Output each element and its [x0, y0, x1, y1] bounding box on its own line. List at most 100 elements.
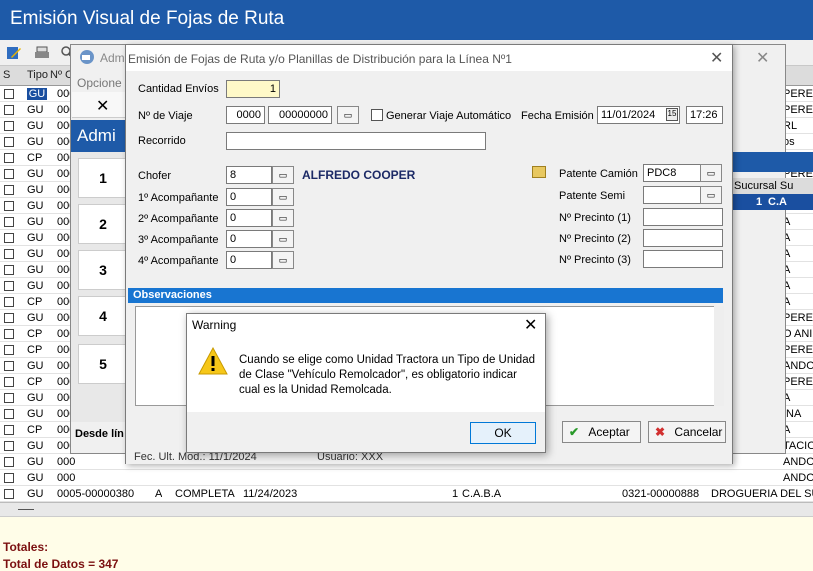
row-checkbox[interactable]: [4, 105, 14, 115]
totales-label: Totales:: [3, 540, 49, 554]
acomp4-lookup-button[interactable]: ▭: [272, 251, 294, 269]
row-tipo: CP: [27, 424, 43, 436]
line-button-3[interactable]: 3: [78, 250, 128, 290]
row-checkbox[interactable]: [4, 153, 14, 163]
horizontal-scrollbar[interactable]: [0, 502, 813, 516]
table-row[interactable]: GU 000 ANDO MEDINA: [0, 470, 813, 486]
observaciones-label: Observaciones: [133, 289, 212, 301]
row-checkbox[interactable]: [4, 425, 14, 435]
row-checkbox[interactable]: [4, 329, 14, 339]
admin-opciones-tab[interactable]: Opcione: [77, 76, 122, 90]
recorrido-input[interactable]: [226, 132, 486, 150]
table-row[interactable]: GU 0005-00000380 A COMPLETA 11/24/2023 1 C.A.B…: [0, 486, 813, 502]
chofer-input[interactable]: 8: [226, 166, 272, 184]
row-tipo: GU: [27, 264, 44, 276]
admin-close-icon[interactable]: ✕: [756, 48, 769, 68]
print-icon[interactable]: [34, 45, 50, 61]
warning-title: Warning: [192, 318, 237, 332]
row-checkbox[interactable]: [4, 393, 14, 403]
observaciones-scrollbar[interactable]: [714, 306, 724, 406]
row-checkbox[interactable]: [4, 265, 14, 275]
cantidad-input[interactable]: 1: [226, 80, 280, 98]
precinto1-input[interactable]: [643, 208, 723, 226]
row-checkbox[interactable]: [4, 297, 14, 307]
hora-input[interactable]: 17:26: [686, 106, 723, 124]
line-button-4[interactable]: 4: [78, 296, 128, 336]
row-cliente: PERE: [783, 312, 813, 324]
viaje-number-input[interactable]: 00000000: [268, 106, 332, 124]
row-checkbox[interactable]: [4, 233, 14, 243]
acomp2-input[interactable]: 0: [226, 209, 272, 227]
acomp3-input[interactable]: 0: [226, 230, 272, 248]
row-checkbox[interactable]: [4, 201, 14, 211]
row-cliente: O ANI: [783, 328, 813, 340]
row-tipo: GU: [27, 184, 44, 196]
row-checkbox[interactable]: [4, 281, 14, 291]
precinto3-input[interactable]: [643, 250, 723, 268]
row-checkbox[interactable]: [4, 361, 14, 371]
cancelar-button[interactable]: ✖ Cancelar: [648, 421, 726, 443]
row-cliente: A: [783, 392, 791, 404]
row-checkbox[interactable]: [4, 249, 14, 259]
line-button-2[interactable]: 2: [78, 204, 128, 244]
row-checkbox[interactable]: [4, 169, 14, 179]
line-button-1[interactable]: 1: [78, 158, 128, 198]
viaje-prefix-input[interactable]: 0000: [226, 106, 265, 124]
patente-camion-label: Patente Camión: [559, 168, 638, 180]
row-number: 000: [57, 472, 76, 484]
scrollbar-thumb[interactable]: [18, 509, 34, 510]
check-icon: ✔: [569, 425, 580, 439]
admin-delete-icon[interactable]: ✕: [96, 96, 109, 116]
row-checkbox[interactable]: [4, 345, 14, 355]
acomp2-lookup-button[interactable]: ▭: [272, 209, 294, 227]
patente-camion-input[interactable]: PDC8: [643, 164, 701, 182]
precinto2-input[interactable]: [643, 229, 723, 247]
row-cliente: os: [783, 136, 795, 148]
acomp4-input[interactable]: 0: [226, 251, 272, 269]
row-checkbox[interactable]: [4, 377, 14, 387]
patente-semi-lookup-button[interactable]: ▭: [700, 186, 722, 204]
dialog-close-icon[interactable]: ✕: [710, 48, 723, 68]
row-checkbox[interactable]: [4, 89, 14, 99]
row-checkbox[interactable]: [4, 409, 14, 419]
row-checkbox[interactable]: [4, 137, 14, 147]
warning-close-icon[interactable]: ✕: [524, 315, 537, 335]
row-checkbox[interactable]: [4, 217, 14, 227]
row-checkbox[interactable]: [4, 313, 14, 323]
acomp1-lookup-button[interactable]: ▭: [272, 188, 294, 206]
row-checkbox[interactable]: [4, 185, 14, 195]
row-cliente: PERE: [783, 344, 813, 356]
acomp2-label: 2º Acompañante: [138, 213, 219, 225]
acomp1-input[interactable]: 0: [226, 188, 272, 206]
row-tipo: GU: [27, 408, 44, 420]
viaje-lookup-button[interactable]: ▭: [337, 106, 359, 124]
row-checkbox[interactable]: [4, 489, 14, 499]
row-tipo: GU: [27, 120, 44, 132]
row-checkbox[interactable]: [4, 121, 14, 131]
right-selected-row[interactable]: 1 C.A: [728, 194, 813, 210]
row-localidad: C.A.B.A: [462, 488, 502, 500]
recorrido-label: Recorrido: [138, 135, 186, 147]
precinto3-label: Nº Precinto (3): [559, 254, 631, 266]
calendar-icon[interactable]: 15: [666, 108, 678, 121]
row-checkbox[interactable]: [4, 441, 14, 451]
row-checkbox[interactable]: [4, 473, 14, 483]
sucursal-header: Sucursal Su: [734, 180, 794, 192]
aceptar-button[interactable]: ✔ Aceptar: [562, 421, 641, 443]
patente-semi-input[interactable]: [643, 186, 701, 204]
chofer-lookup-button[interactable]: ▭: [272, 166, 294, 184]
cancel-icon: ✖: [655, 425, 666, 439]
desde-linea-label: Desde lín: [75, 428, 124, 440]
chofer-label: Chofer: [138, 170, 172, 182]
row-checkbox[interactable]: [4, 457, 14, 467]
chofer-name: ALFREDO COOPER: [302, 168, 416, 182]
observaciones-header: [128, 288, 723, 303]
line-button-5[interactable]: 5: [78, 344, 128, 384]
row-number: 0005-00000380: [57, 488, 135, 500]
generar-viaje-checkbox[interactable]: [371, 109, 383, 121]
patente-camion-lookup-button[interactable]: ▭: [700, 164, 722, 182]
folder-icon[interactable]: [532, 166, 546, 178]
ok-button[interactable]: OK: [470, 422, 536, 444]
acomp3-lookup-button[interactable]: ▭: [272, 230, 294, 248]
edit-icon[interactable]: [6, 45, 22, 61]
